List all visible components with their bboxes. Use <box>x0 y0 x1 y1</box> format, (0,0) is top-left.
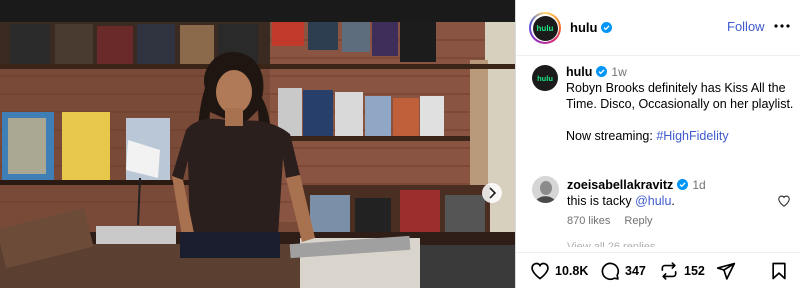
avatar: hulu <box>532 15 558 41</box>
comments-count: 347 <box>625 264 646 278</box>
repost-action[interactable]: 152 <box>659 261 705 281</box>
caption-text: Robyn Brooks definitely has Kiss All the… <box>566 81 794 111</box>
verified-badge-icon <box>601 22 613 33</box>
caption-username[interactable]: hulu <box>566 65 592 79</box>
comment-avatar[interactable] <box>532 176 559 203</box>
comment-username[interactable]: zoeisabellakravitz <box>567 178 673 192</box>
heart-icon <box>531 262 549 280</box>
like-action[interactable]: 10.8K <box>530 261 588 281</box>
comment-action[interactable]: 347 <box>600 261 646 281</box>
save-action[interactable] <box>769 261 789 281</box>
comment-timestamp[interactable]: 1d <box>692 178 705 192</box>
paper-plane-icon <box>716 262 736 280</box>
post-caption: hulu 1w Robyn Brooks definitely has Kiss … <box>566 64 794 144</box>
story-ring[interactable]: hulu <box>529 12 561 44</box>
username-text: hulu <box>570 20 598 35</box>
header-username[interactable]: hulu <box>570 20 613 35</box>
more-options-icon[interactable] <box>772 16 792 36</box>
post-details-panel: hulu hulu Follow hulu hulu 1w Robyn Brook… <box>515 0 800 288</box>
reposts-count: 152 <box>684 264 705 278</box>
post-photo-illustration <box>0 22 515 288</box>
bookmark-icon <box>772 262 786 280</box>
hashtag-link[interactable]: #HighFidelity <box>656 129 728 143</box>
comment-text-prefix: this is tacky <box>567 194 636 208</box>
streaming-prefix: Now streaming: <box>566 129 657 143</box>
comment-text-suffix: . <box>671 194 675 208</box>
caption-avatar[interactable]: hulu <box>532 65 558 91</box>
verified-badge-icon <box>677 179 689 190</box>
mention-link[interactable]: @hulu <box>635 194 671 208</box>
view-replies-link[interactable]: View all 26 replies <box>567 241 655 247</box>
reply-button[interactable]: Reply <box>624 215 652 227</box>
share-action[interactable] <box>716 261 736 281</box>
repost-icon <box>661 262 677 280</box>
action-bar: 10.8K 347 152 <box>516 252 800 288</box>
likes-count: 10.8K <box>555 264 589 278</box>
comment-like-heart-icon[interactable] <box>777 194 791 208</box>
caption-streaming-line: Now streaming: #HighFidelity <box>566 128 794 144</box>
comment-meta: 870 likes Reply <box>567 215 653 227</box>
comment-likes-count[interactable]: 870 likes <box>567 215 610 227</box>
comment-bubble-icon <box>601 262 620 281</box>
follow-button[interactable]: Follow <box>727 19 765 34</box>
verified-badge-icon <box>596 66 608 77</box>
post-image[interactable] <box>0 0 515 288</box>
caption-timestamp[interactable]: 1w <box>611 65 626 79</box>
post-header: hulu hulu Follow <box>516 0 800 56</box>
comment-body: zoeisabellakravitz 1d this is tacky @hulu… <box>567 177 767 209</box>
